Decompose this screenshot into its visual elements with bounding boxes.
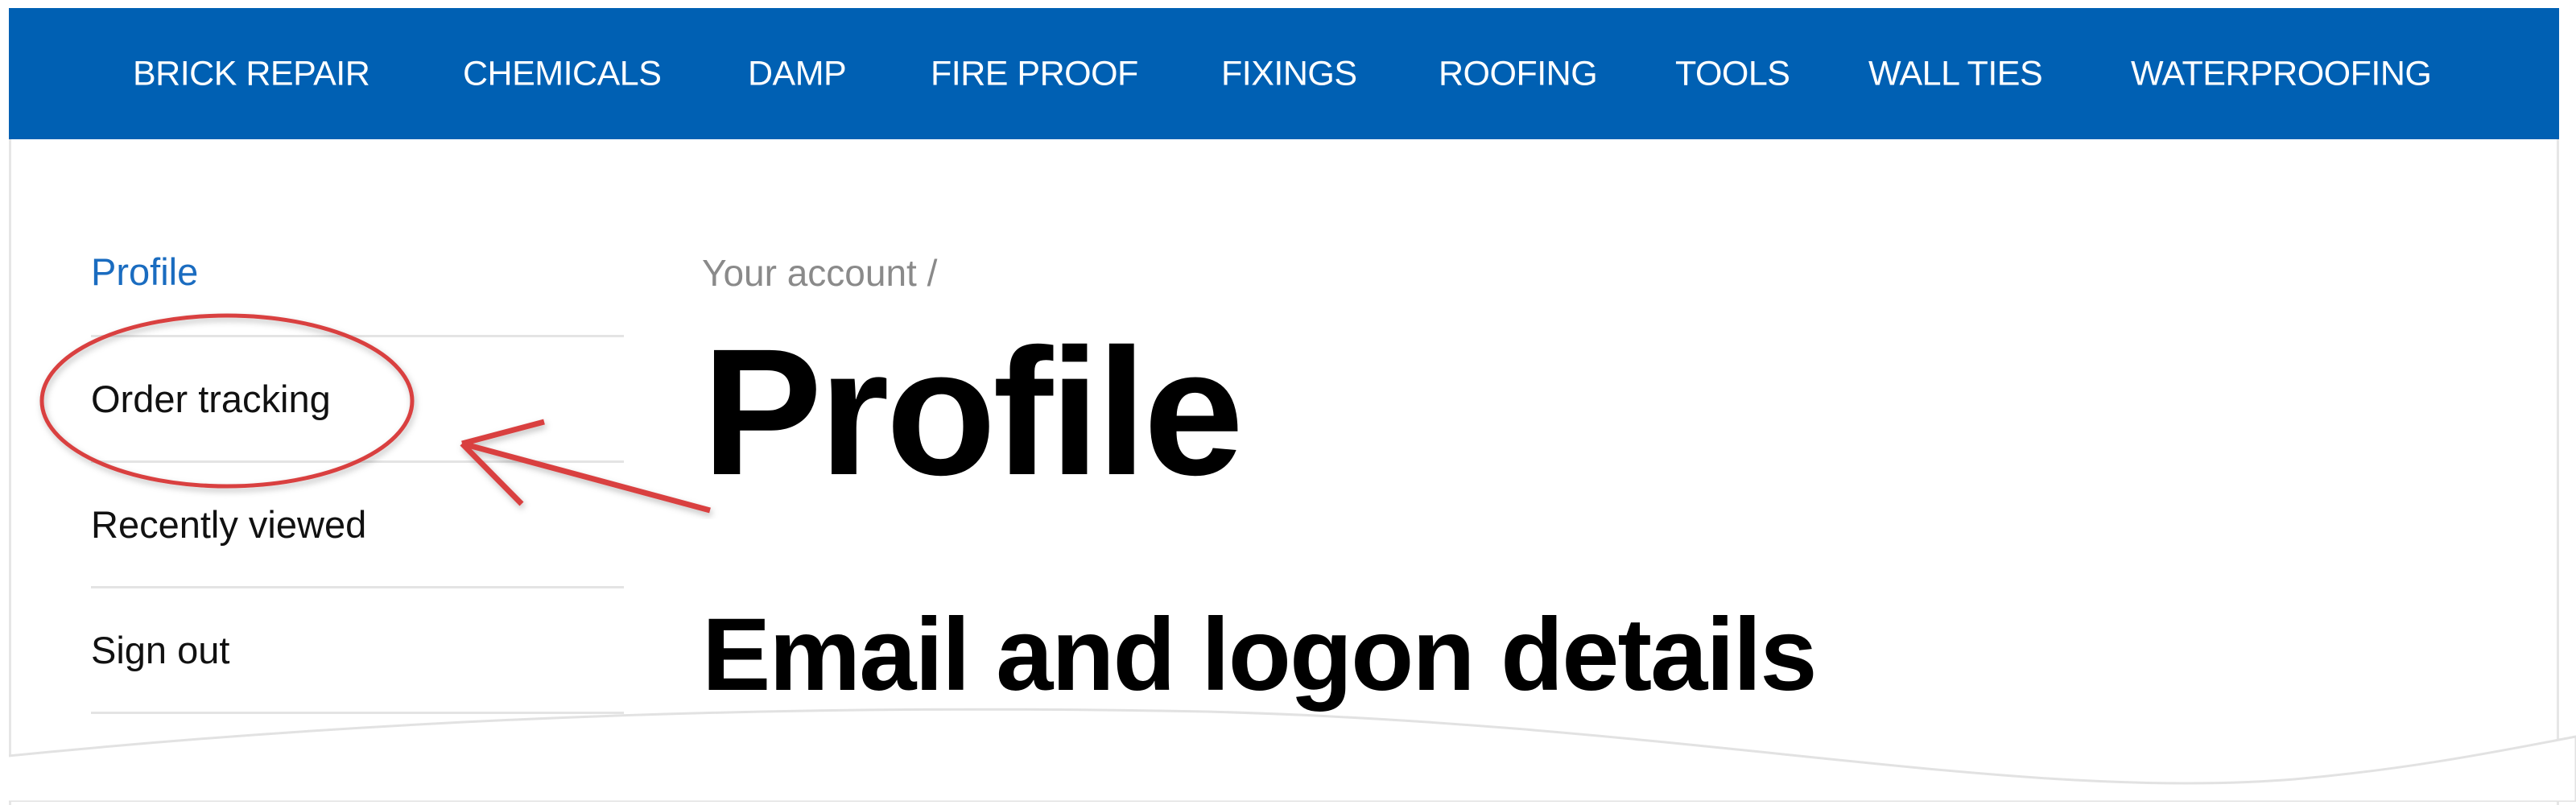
section-heading-email-logon: Email and logon details (702, 597, 1818, 712)
nav-item-chemicals[interactable]: CHEMICALS (463, 54, 662, 93)
breadcrumb-your-account[interactable]: Your account / (702, 252, 937, 294)
nav-item-brick-repair[interactable]: BRICK REPAIR (133, 54, 370, 93)
sidebar-item-recently-viewed[interactable]: Recently viewed (91, 502, 624, 547)
sidebar-divider (91, 460, 624, 463)
nav-item-fixings[interactable]: FIXINGS (1221, 54, 1357, 93)
sidebar-divider (91, 335, 624, 337)
sidebar-divider (91, 586, 624, 588)
sidebar-item-profile[interactable]: Profile (91, 250, 624, 294)
sidebar-item-sign-out[interactable]: Sign out (91, 628, 624, 672)
nav-item-waterproofing[interactable]: WATERPROOFING (2131, 54, 2432, 93)
main-navigation: BRICK REPAIR CHEMICALS DAMP FIRE PROOF F… (9, 8, 2559, 139)
sidebar-item-order-tracking[interactable]: Order tracking (91, 377, 624, 421)
nav-item-wall-ties[interactable]: WALL TIES (1868, 54, 2043, 93)
page-title: Profile (702, 312, 1244, 513)
nav-item-damp[interactable]: DAMP (748, 54, 847, 93)
nav-item-tools[interactable]: TOOLS (1675, 54, 1790, 93)
breadcrumb: Your account / (702, 251, 937, 295)
sidebar-divider (91, 712, 624, 714)
nav-item-roofing[interactable]: ROOFING (1439, 54, 1598, 93)
nav-item-fire-proof[interactable]: FIRE PROOF (931, 54, 1138, 93)
